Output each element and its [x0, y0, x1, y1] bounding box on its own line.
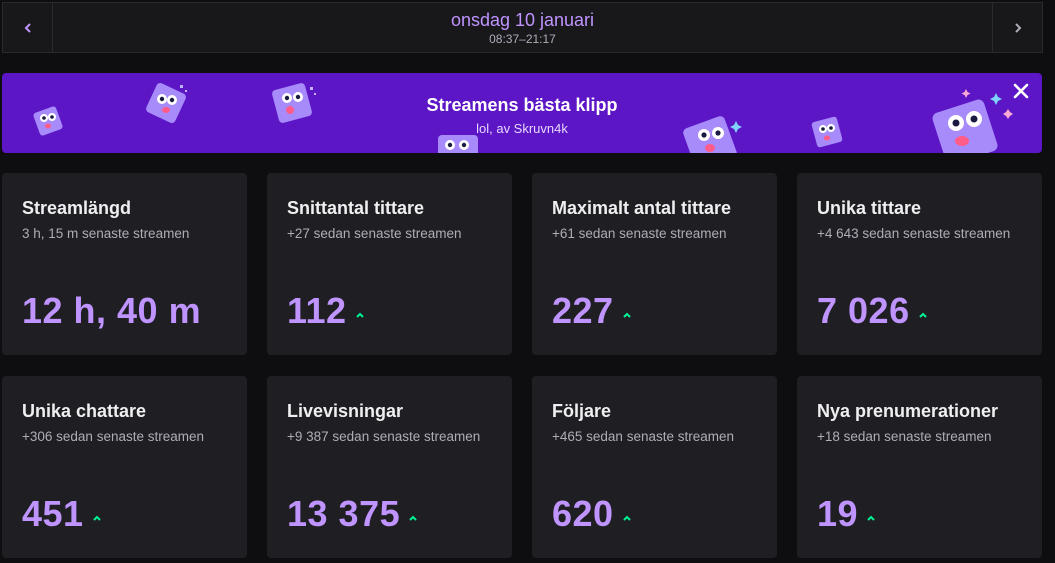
stat-subtitle: +4 643 sedan senaste streamen	[817, 226, 1011, 241]
stat-value-wrap: 112	[287, 290, 365, 332]
chevron-left-icon	[24, 22, 31, 33]
stat-card-max-viewers: Maximalt antal tittare +61 sedan senaste…	[532, 173, 777, 355]
trend-up-icon	[409, 515, 417, 521]
stat-subtitle: +306 sedan senaste streamen	[22, 429, 204, 444]
time-range: 08:37–21:17	[489, 32, 556, 46]
trend-up-icon	[355, 312, 364, 318]
stat-card-unique-viewers: Unika tittare +4 643 sedan senaste strea…	[797, 173, 1042, 355]
trend-up-icon	[92, 515, 101, 521]
stat-title: Livevisningar	[287, 401, 404, 421]
banner-text: Streamens bästa klipp lol, av Skruvn4k	[2, 95, 1042, 136]
banner-subtitle: lol, av Skruvn4k	[476, 121, 568, 136]
stat-value: 7 026	[817, 290, 910, 331]
stat-card-stream-length: Streamlängd 3 h, 15 m senaste streamen 1…	[2, 173, 247, 355]
stat-title: Snittantal tittare	[287, 198, 425, 218]
stat-title: Nya prenumerationer	[817, 401, 999, 421]
stat-value: 12 h, 40 m	[22, 290, 202, 331]
stat-value: 451	[22, 493, 84, 534]
stat-card-followers: Följare +465 sedan senaste streamen 620	[532, 376, 777, 558]
chevron-right-icon	[1014, 22, 1021, 33]
stat-value-wrap: 7 026	[817, 290, 928, 332]
stat-value-wrap: 620	[552, 493, 632, 535]
stat-subtitle: +61 sedan senaste streamen	[552, 226, 727, 241]
stat-value: 227	[552, 290, 614, 331]
stat-title: Maximalt antal tittare	[552, 198, 732, 218]
stat-title: Streamlängd	[22, 198, 132, 218]
stat-title: Unika chattare	[22, 401, 147, 421]
trend-up-icon	[622, 515, 631, 521]
stat-value: 112	[287, 290, 347, 331]
stat-value: 13 375	[287, 493, 401, 534]
stat-subtitle: +18 sedan senaste streamen	[817, 429, 992, 444]
date-display: onsdag 10 januari 08:37–21:17	[53, 3, 992, 52]
stat-card-unique-chatters: Unika chattare +306 sedan senaste stream…	[2, 376, 247, 558]
stat-title: Unika tittare	[817, 198, 922, 218]
stat-value: 620	[552, 493, 614, 534]
trend-up-icon	[867, 515, 875, 521]
stat-value-wrap: 451	[22, 493, 102, 535]
top-clip-banner[interactable]: Streamens bästa klipp lol, av Skruvn4k	[2, 73, 1042, 153]
next-day-button[interactable]	[992, 3, 1042, 52]
stat-subtitle: 3 h, 15 m senaste streamen	[22, 226, 190, 241]
stat-value-wrap: 19	[817, 493, 876, 535]
close-banner-button[interactable]	[1010, 81, 1032, 103]
stat-card-live-views: Livevisningar +9 387 sedan senaste strea…	[267, 376, 512, 558]
stat-value: 19	[817, 493, 859, 534]
stat-subtitle: +9 387 sedan senaste streamen	[287, 429, 481, 444]
stat-card-new-subscriptions: Nya prenumerationer +18 sedan senaste st…	[797, 376, 1042, 558]
stat-value-wrap: 12 h, 40 m	[22, 290, 201, 332]
date-title: onsdag 10 januari	[450, 10, 595, 30]
stat-value-wrap: 13 375	[287, 493, 418, 535]
stat-value-wrap: 227	[552, 290, 632, 332]
close-icon	[1013, 83, 1029, 99]
banner-title: Streamens bästa klipp	[426, 95, 618, 115]
trend-up-icon	[918, 312, 927, 318]
stat-title: Följare	[552, 401, 612, 421]
stat-card-average-viewers: Snittantal tittare +27 sedan senaste str…	[267, 173, 512, 355]
trend-up-icon	[622, 312, 631, 318]
stat-subtitle: +27 sedan senaste streamen	[287, 226, 462, 241]
stat-subtitle: +465 sedan senaste streamen	[552, 429, 734, 444]
date-navigator: onsdag 10 januari 08:37–21:17	[2, 2, 1043, 53]
previous-day-button[interactable]	[3, 3, 53, 52]
